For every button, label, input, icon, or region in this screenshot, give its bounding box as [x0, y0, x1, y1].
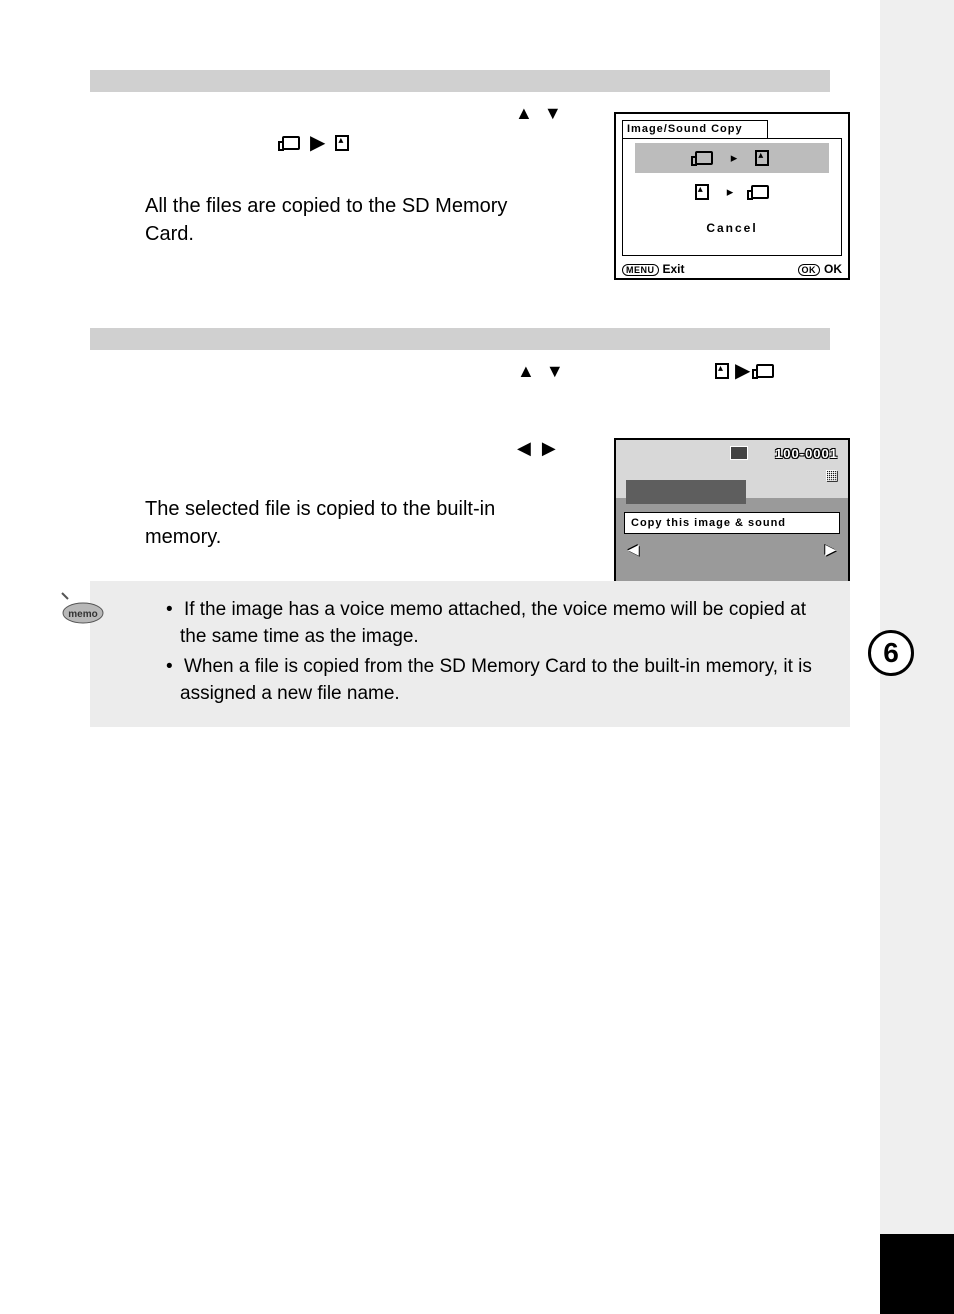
section2-description: The selected file is copied to the built…	[90, 495, 550, 551]
menu-row-sd-to-cam[interactable]: ▸	[623, 177, 841, 207]
svg-text:memo: memo	[68, 609, 97, 620]
memo-box: memo If the image has a voice memo attac…	[90, 581, 850, 727]
playback-icon	[730, 446, 748, 460]
copy-banner: Copy this image & sound	[624, 512, 840, 534]
memo-item: When a file is copied from the SD Memory…	[166, 654, 830, 707]
sd-card-icon	[335, 135, 349, 151]
section-heading-bar-2	[90, 328, 830, 350]
copy-direction-icons-2: ▶	[715, 358, 774, 383]
camera-icon	[751, 185, 769, 199]
camera-icon	[282, 136, 300, 150]
sidebar-black	[880, 1234, 954, 1314]
right-triangle-icon: ▸	[731, 150, 738, 166]
prev-arrow-icon[interactable]: ◀	[628, 541, 639, 558]
sd-card-icon	[715, 363, 729, 379]
section1-description: All the files are copied to the SD Memor…	[90, 192, 560, 248]
memo-item: If the image has a voice memo attached, …	[166, 597, 830, 650]
right-triangle-icon: ▶	[735, 358, 750, 383]
file-number: 100-0001	[775, 446, 838, 461]
lcd-screen-image-preview: 100-0001 ▦ Copy this image & sound ◀ ▶ M…	[614, 438, 850, 602]
up-down-arrows-icon: ▲ ▼	[515, 103, 565, 124]
menu-row-cam-to-sd[interactable]: ▸	[635, 143, 829, 173]
camera-icon	[695, 151, 713, 165]
section-heading-bar-1	[90, 70, 830, 92]
image-icon: ▦	[825, 466, 838, 483]
right-triangle-icon: ▸	[727, 184, 734, 200]
sd-card-icon	[695, 184, 709, 200]
camera-icon	[756, 364, 774, 378]
up-down-arrows-icon: ▲ ▼	[517, 361, 567, 382]
sd-card-icon	[755, 150, 769, 166]
chapter-tab: 6	[868, 630, 914, 676]
left-right-arrows-icon: ◀ ▶	[517, 438, 559, 459]
copy-direction-icons-1: ▶	[282, 130, 349, 155]
right-triangle-icon: ▶	[310, 130, 325, 155]
next-arrow-icon[interactable]: ▶	[825, 541, 836, 558]
lcd-tab-title: Image/Sound Copy	[622, 120, 768, 138]
menu-row-cancel[interactable]: Cancel	[623, 213, 841, 243]
memo-icon: memo	[60, 591, 106, 625]
